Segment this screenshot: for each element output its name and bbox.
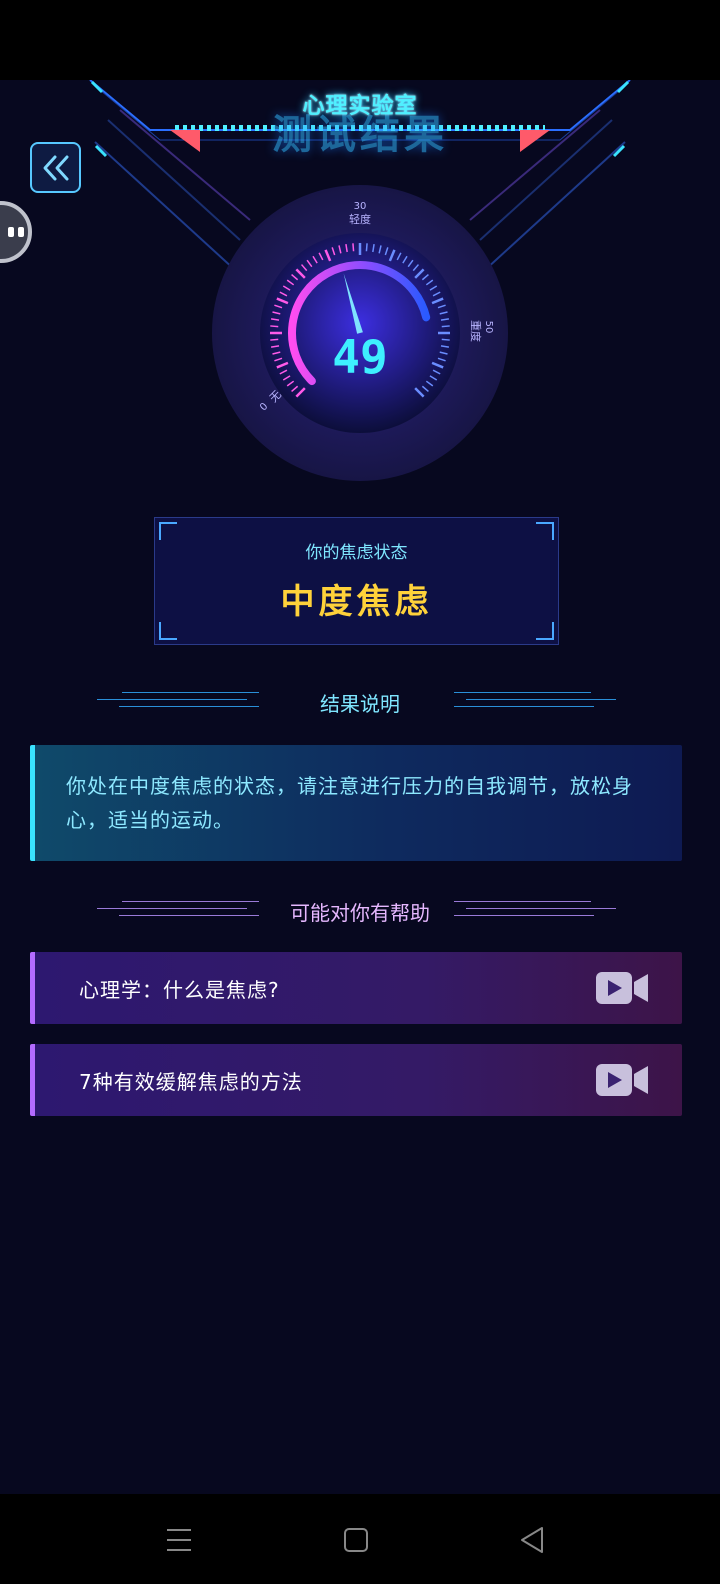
- back-triangle-icon[interactable]: [512, 1520, 552, 1560]
- result-description-text: 你处在中度焦虑的状态，请注意进行压力的自我调节，放松身心，适当的运动。: [66, 774, 633, 832]
- video-camera-icon: [596, 1064, 648, 1096]
- gauge-tick-top-label: 轻度: [349, 212, 371, 226]
- result-description-box: 你处在中度焦虑的状态，请注意进行压力的自我调节，放松身心，适当的运动。: [30, 745, 682, 861]
- help-video-title: 心理学：什么是焦虑?: [79, 978, 280, 1002]
- double-chevron-left-icon: [43, 155, 68, 180]
- gauge-tick: [441, 338, 450, 341]
- video-camera-icon: [596, 972, 648, 1004]
- gauge-value: 49: [332, 330, 387, 384]
- back-button[interactable]: [30, 142, 81, 193]
- gauge-tick-right-number: 50: [483, 321, 494, 334]
- gauge-tick-right-label: 重度: [469, 320, 483, 342]
- gauge-tick: [365, 243, 368, 252]
- card-corner-decoration: [159, 622, 177, 640]
- gauge-tick: [270, 325, 279, 328]
- system-navigation-bar: [0, 1494, 720, 1584]
- gauge-tick: [352, 243, 355, 252]
- status-bar: [0, 0, 720, 80]
- anxiety-state-value: 中度焦虑: [280, 582, 433, 622]
- gauge-tick: [441, 325, 450, 328]
- gauge-tick: [270, 338, 279, 341]
- result-section-heading: 结果说明: [0, 686, 720, 716]
- home-icon[interactable]: [336, 1520, 376, 1560]
- bubble-eye-icon: [18, 227, 24, 237]
- anxiety-gauge: 49 30 轻度 50 重度 0 无: [212, 185, 508, 481]
- menu-icon[interactable]: [159, 1520, 199, 1560]
- anxiety-state-card: 你的焦虑状态 中度焦虑: [154, 517, 559, 645]
- anxiety-state-label: 你的焦虑状态: [305, 543, 408, 563]
- help-heading-text: 可能对你有帮助: [290, 901, 430, 925]
- app-screen: 测试结果 心理实验室 49 30 轻度 50 重度 0 无 你的焦虑状态 中度焦…: [0, 80, 720, 1494]
- result-heading-text: 结果说明: [320, 692, 400, 716]
- card-corner-decoration: [536, 622, 554, 640]
- help-video-item[interactable]: 心理学：什么是焦虑?: [30, 952, 682, 1024]
- help-video-item[interactable]: 7种有效缓解焦虑的方法: [30, 1044, 682, 1116]
- help-video-title: 7种有效缓解焦虑的方法: [79, 1070, 303, 1094]
- gauge-tick-top-number: 30: [354, 201, 367, 212]
- bubble-eye-icon: [8, 227, 14, 237]
- page-title: 心理实验室: [302, 94, 418, 119]
- help-section-heading: 可能对你有帮助: [0, 895, 720, 925]
